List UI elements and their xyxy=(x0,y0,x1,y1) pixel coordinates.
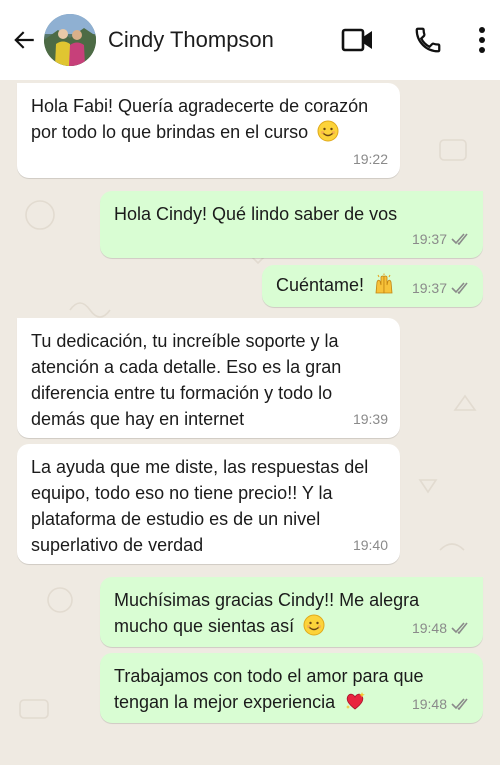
message-text: La ayuda que me diste, las respuestas de… xyxy=(31,457,369,555)
message-time: 19:40 xyxy=(352,537,388,553)
chat-area[interactable]: Hola Fabi! Quería agradecerte de corazón… xyxy=(0,80,500,765)
raising-hands-emoji xyxy=(375,273,393,294)
smiling-face-emoji xyxy=(303,614,325,636)
message-meta: 19:39 xyxy=(353,406,388,432)
message-meta: 19:48 xyxy=(412,691,471,717)
message-time: 19:37 xyxy=(411,231,447,247)
message-time: 19:48 xyxy=(411,696,447,712)
message-meta: 19:37 xyxy=(412,226,471,252)
message-meta: 19:40 xyxy=(353,532,388,558)
message-time: 19:22 xyxy=(352,151,388,167)
message-meta: 19:22 xyxy=(353,146,388,172)
double-check-icon xyxy=(451,622,468,634)
message-text: Tu dedicación, tu increíble soporte y la… xyxy=(31,331,342,429)
message-text: Muchísimas gracias Cindy!! Me alegra muc… xyxy=(114,590,420,636)
message-text: Trabajamos con todo el amor para que ten… xyxy=(114,666,424,712)
chat-header: Cindy Thompson xyxy=(0,0,500,80)
more-options-button[interactable] xyxy=(470,20,494,60)
smiling-face-emoji xyxy=(317,120,339,142)
phone-icon xyxy=(415,27,441,53)
arrow-left-icon xyxy=(14,31,34,49)
message-text: Hola Cindy! Qué lindo saber de vos xyxy=(114,204,398,224)
message-time: 19:37 xyxy=(411,280,447,296)
avatar[interactable] xyxy=(44,14,96,66)
sparkling-heart-emoji xyxy=(346,692,365,710)
contact-name[interactable]: Cindy Thompson xyxy=(108,27,338,53)
double-check-icon xyxy=(451,698,468,710)
message-outgoing[interactable]: Cuéntame! 19:37 xyxy=(262,265,483,307)
message-meta: 19:37 xyxy=(412,275,471,301)
video-call-button[interactable] xyxy=(338,20,378,60)
message-time: 19:39 xyxy=(352,411,388,427)
voice-call-button[interactable] xyxy=(408,20,448,60)
video-camera-icon xyxy=(341,28,372,52)
message-outgoing[interactable]: Hola Cindy! Qué lindo saber de vos 19:37 xyxy=(100,191,483,258)
back-button[interactable] xyxy=(10,26,38,54)
message-incoming[interactable]: La ayuda que me diste, las respuestas de… xyxy=(17,444,400,564)
message-incoming[interactable]: Tu dedicación, tu increíble soporte y la… xyxy=(17,318,400,438)
message-outgoing[interactable]: Muchísimas gracias Cindy!! Me alegra muc… xyxy=(100,577,483,647)
message-text: Cuéntame! xyxy=(276,275,365,295)
double-check-icon xyxy=(451,233,468,245)
more-vertical-icon xyxy=(479,27,485,53)
message-meta: 19:48 xyxy=(412,615,471,641)
message-time: 19:48 xyxy=(411,620,447,636)
double-check-icon xyxy=(451,282,468,294)
message-outgoing[interactable]: Trabajamos con todo el amor para que ten… xyxy=(100,653,483,723)
message-incoming[interactable]: Hola Fabi! Quería agradecerte de corazón… xyxy=(17,83,400,178)
